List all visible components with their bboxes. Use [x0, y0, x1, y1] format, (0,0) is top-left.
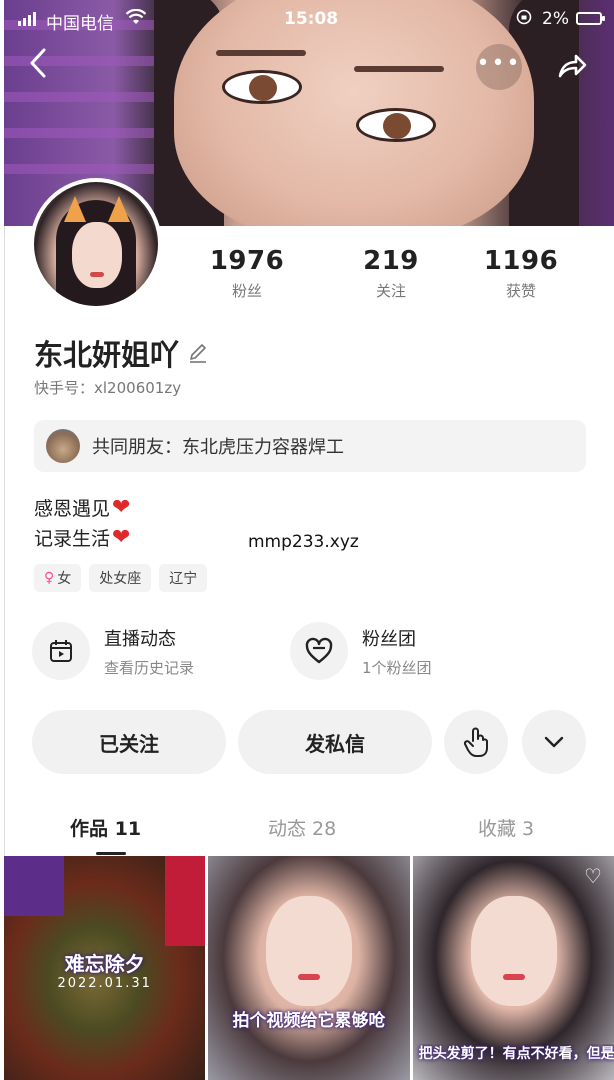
stat-number: 1196 — [483, 246, 559, 276]
cover-brow — [216, 50, 306, 56]
back-arrow-icon — [30, 48, 46, 78]
avatar[interactable] — [30, 178, 162, 310]
stat-followers[interactable]: 1976 粉丝 — [192, 246, 302, 301]
stat-label: 粉丝 — [231, 282, 262, 300]
stat-number: 219 — [363, 246, 419, 276]
watermark-text: mmp233.xyz — [248, 532, 359, 552]
thumbnail-lips — [502, 974, 525, 980]
feature-title: 直播动态 — [104, 628, 176, 650]
name-row: 东北妍姐吖 — [34, 332, 209, 374]
thumbnail-lips — [298, 974, 321, 980]
back-button[interactable] — [26, 46, 62, 86]
cover-stripe — [4, 164, 154, 174]
stat-label: 获赞 — [505, 282, 536, 300]
more-dots-icon: ••• — [476, 51, 522, 76]
tab-favorites[interactable]: 收藏 3 — [478, 814, 534, 841]
user-id: 快手号：xl200601zy — [34, 377, 181, 398]
bio-text: 记录生活 — [34, 528, 111, 550]
followed-button[interactable]: 已关注 — [32, 710, 226, 774]
works-grid: 难忘除夕 2022.01.31 拍个视频给它累够呛 ♡ 把头发剪了！有点不好看，… — [4, 856, 614, 1080]
work-caption: 把头发剪了！有点不好看，但是我还是那个爱你们的小 — [418, 1046, 614, 1062]
bio-line: 记录生活 ❤ — [34, 524, 130, 551]
avatar-face — [72, 222, 122, 288]
content-tabs: 作品 11 动态 28 收藏 3 — [4, 806, 614, 856]
rotation-lock-icon — [516, 9, 532, 29]
live-history-entry[interactable]: 直播动态 查看历史记录 — [32, 622, 194, 680]
status-bar: 中国电信 15:08 2% — [4, 0, 614, 40]
feature-title: 粉丝团 — [362, 628, 416, 650]
action-buttons: 已关注 发私信 — [32, 710, 588, 776]
wifi-icon — [125, 8, 147, 29]
share-button[interactable] — [548, 44, 594, 90]
calendar-play-icon — [32, 622, 90, 680]
stat-following[interactable]: 219 关注 — [336, 246, 446, 301]
profile-name: 东北妍姐吖 — [34, 338, 180, 372]
cover-stripe — [4, 128, 154, 138]
battery-percent: 2% — [542, 9, 569, 29]
tag-text: 女 — [57, 571, 72, 587]
profile-screen: 中国电信 15:08 2% ••• 1976 粉丝 219 关注 1196 获赞… — [0, 0, 614, 1080]
heart-emoji-icon: ❤ — [112, 525, 131, 550]
heart-emoji-icon: ❤ — [112, 495, 131, 520]
clock: 15:08 — [284, 9, 339, 29]
work-thumbnail[interactable]: ♡ 把头发剪了！有点不好看，但是我还是那个爱你们的小 — [412, 856, 614, 1080]
work-caption: 拍个视频给它累够呛 — [232, 1011, 386, 1031]
female-icon: ♀ — [44, 570, 55, 586]
poke-button[interactable] — [444, 710, 508, 774]
tab-works[interactable]: 作品 11 — [70, 814, 141, 841]
work-date: 2022.01.31 — [57, 976, 152, 991]
feature-subtitle: 1个粉丝团 — [362, 658, 432, 677]
avatar-lips — [90, 272, 104, 277]
active-tab-indicator — [96, 852, 126, 855]
cover-stripe — [4, 92, 154, 102]
tag-zodiac: 处女座 — [89, 564, 152, 592]
expand-button[interactable] — [522, 710, 586, 774]
friend-avatar — [46, 429, 80, 463]
thumbnail-face — [470, 896, 557, 1006]
cover-eye — [222, 70, 302, 104]
bio-text: 感恩遇见 — [34, 498, 111, 520]
tag-location: 辽宁 — [159, 564, 208, 592]
tap-hand-icon — [463, 727, 488, 757]
thumbnail-face — [266, 896, 353, 1006]
chevron-down-icon — [544, 736, 564, 748]
cover-brow — [354, 66, 444, 72]
cover-eye — [356, 108, 436, 142]
profile-tags: ♀ 女 处女座 辽宁 — [34, 564, 208, 592]
share-icon — [558, 54, 587, 78]
stat-likes[interactable]: 1196 获赞 — [466, 246, 576, 301]
mutual-friends-bar[interactable]: 共同朋友：东北虎压力容器焊工 — [34, 420, 586, 472]
work-caption: 难忘除夕 — [64, 952, 145, 976]
thumbnail-bg — [165, 856, 206, 946]
stat-number: 1976 — [209, 246, 285, 276]
work-thumbnail[interactable]: 拍个视频给它累够呛 — [208, 856, 410, 1080]
fan-group-entry[interactable]: 粉丝团 1个粉丝团 — [290, 622, 432, 680]
tag-text: 处女座 — [99, 571, 142, 587]
tag-gender: ♀ 女 — [34, 564, 82, 592]
signal-icon — [18, 12, 36, 26]
user-id-value: xl200601zy — [94, 379, 182, 397]
feature-subtitle: 查看历史记录 — [104, 658, 195, 677]
battery-icon — [576, 12, 605, 25]
edit-icon[interactable] — [187, 342, 209, 364]
bio-line: 感恩遇见 ❤ — [34, 494, 130, 521]
carrier-name: 中国电信 — [46, 14, 114, 34]
message-button[interactable]: 发私信 — [238, 710, 432, 774]
more-options-button[interactable]: ••• — [476, 44, 522, 90]
mutual-friends-text: 共同朋友：东北虎压力容器焊工 — [92, 437, 344, 458]
heart-outline-icon[interactable]: ♡ — [584, 864, 602, 888]
tab-moments[interactable]: 动态 28 — [268, 814, 336, 841]
tag-text: 辽宁 — [169, 571, 198, 587]
thumbnail-bg — [4, 856, 64, 916]
heart-outline-icon — [290, 622, 348, 680]
work-thumbnail[interactable]: 难忘除夕 2022.01.31 — [4, 856, 206, 1080]
user-id-label: 快手号： — [34, 379, 95, 397]
stat-label: 关注 — [375, 282, 406, 300]
